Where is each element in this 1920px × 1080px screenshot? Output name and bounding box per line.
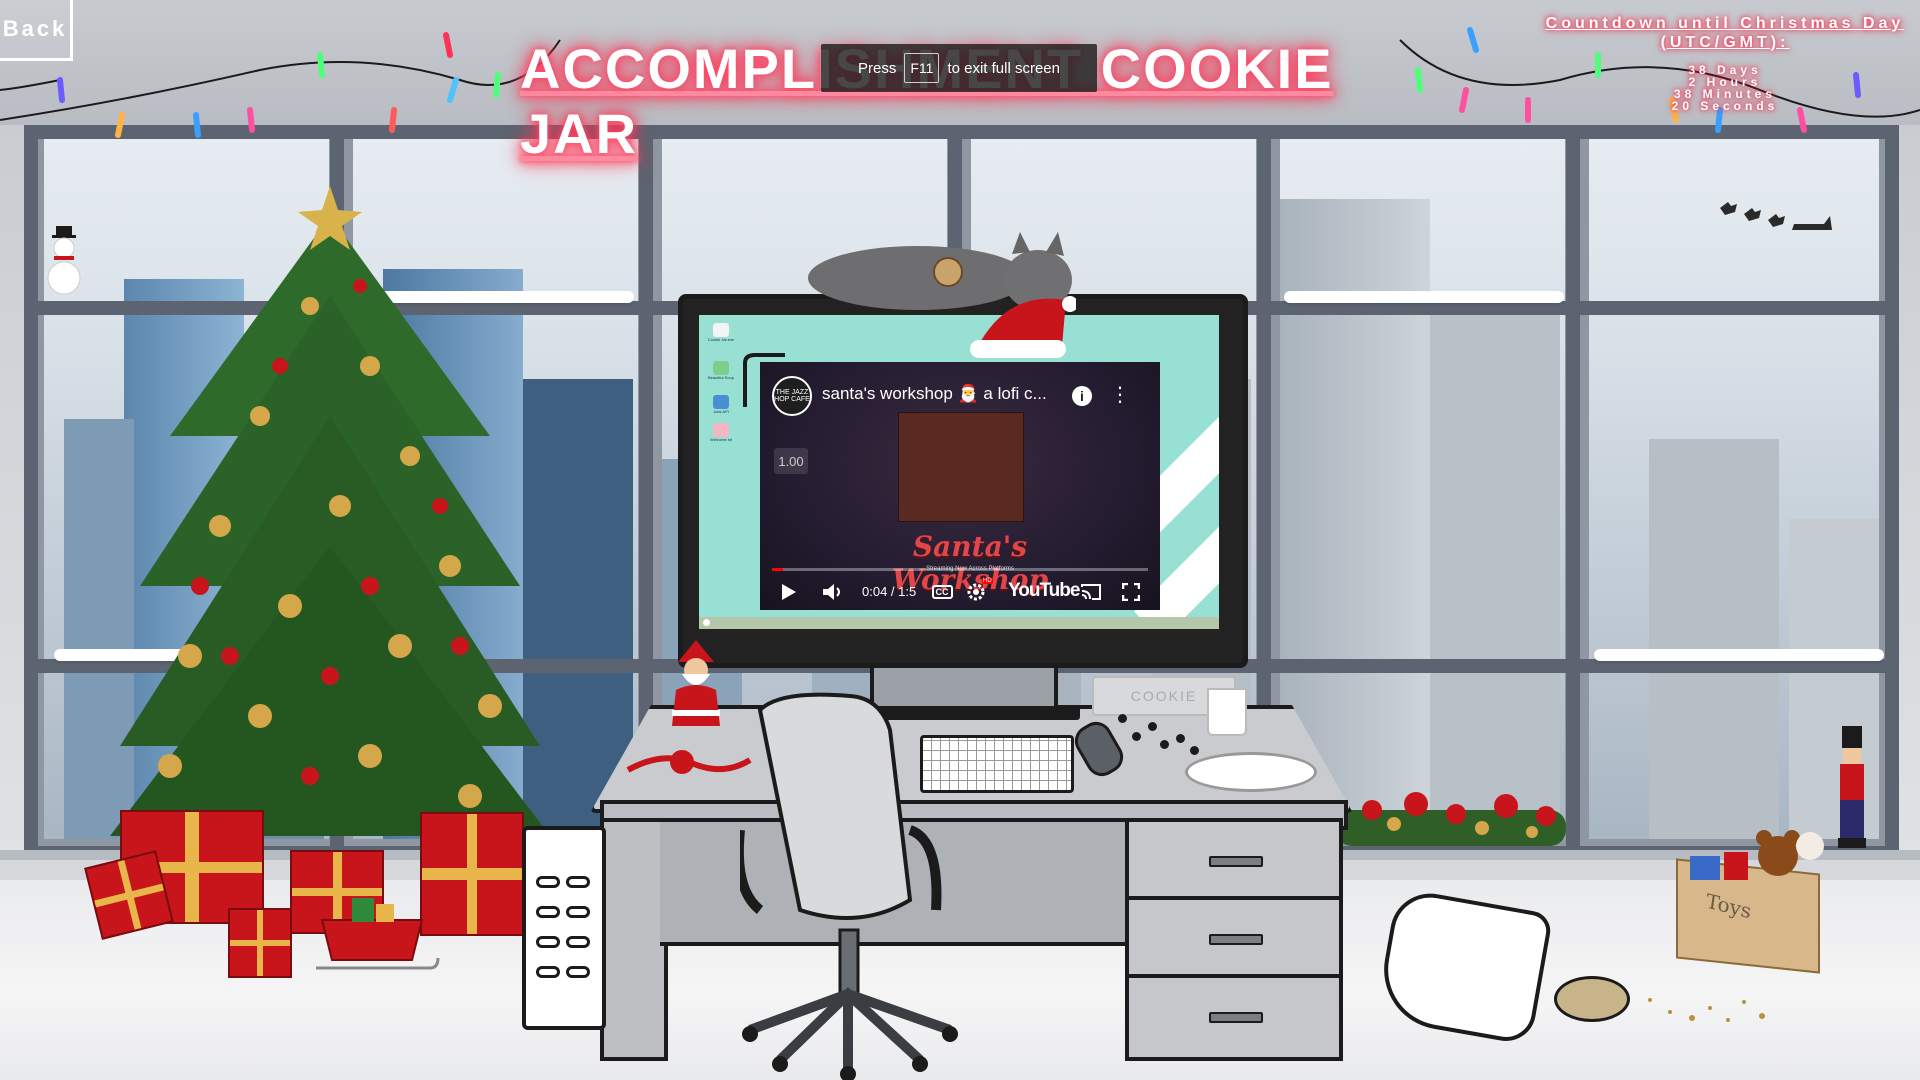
nutcracker-icon [1838, 726, 1866, 848]
ribbon-bow-icon [626, 750, 752, 774]
video-thumbnail [898, 412, 1024, 522]
pc-tower [522, 826, 606, 1030]
santa-hat-icon [970, 296, 1076, 358]
christmas-tree [110, 186, 550, 836]
gift-box [228, 908, 292, 978]
toast-key: F11 [904, 53, 940, 83]
youtube-logo[interactable]: YouTube [1008, 580, 1080, 602]
desktop-icon[interactable]: Jobs API [701, 395, 741, 414]
desktop-icon[interactable]: Cookie Jar.exe [701, 323, 741, 342]
desktop-icon-label: Cookie Jar.exe [707, 337, 735, 342]
progress-bar[interactable] [772, 568, 1148, 571]
milk-glass [1207, 688, 1247, 736]
desktop-icon-label: Welcome.txt [710, 437, 732, 442]
snowman-icon [47, 226, 81, 295]
desk-drawers [1125, 818, 1343, 1061]
captions-button[interactable]: CC [930, 580, 954, 604]
desktop-icon[interactable]: Welcome.txt [701, 423, 741, 442]
gear-icon [967, 583, 985, 601]
mute-button[interactable] [820, 580, 846, 604]
fullscreen-icon [1122, 583, 1140, 601]
toast-prefix: Press [858, 59, 897, 77]
file-icon [713, 323, 729, 337]
play-button[interactable] [776, 580, 802, 604]
desktop-icon[interactable]: Beautiful Soup [701, 361, 741, 380]
cat-cookie-icon [933, 257, 963, 287]
crumbs [1648, 998, 1765, 1022]
desktop-icon-label: Beautiful Soup [707, 375, 735, 380]
countdown-seconds: 20 Seconds [1671, 99, 1779, 113]
desktop-icon-label: Jobs API [713, 409, 729, 414]
toy-box-label: Toys [1704, 888, 1753, 924]
countdown-title-timezone: (UTC/GMT): [1660, 34, 1790, 51]
hd-badge: HD [982, 578, 993, 584]
desk-leg [600, 818, 668, 1061]
file-icon [713, 361, 729, 375]
office-chair [740, 692, 958, 1080]
toast-suffix: to exit full screen [947, 59, 1060, 77]
info-button[interactable]: i [1072, 386, 1092, 406]
cc-icon: CC [931, 585, 953, 599]
video-title[interactable]: santa's workshop 🎅 a lofi c... [822, 384, 1047, 404]
file-icon [713, 395, 729, 409]
garland [1336, 792, 1566, 846]
toy-sleigh-icon [316, 898, 440, 970]
play-icon [782, 584, 796, 600]
room-scene: Toys Cookie Jar.exe Beautiful Soup Jobs AP… [0, 0, 1920, 1080]
fullscreen-button[interactable] [1118, 580, 1144, 604]
cast-button[interactable] [1078, 580, 1104, 604]
progress-fill [772, 568, 784, 571]
cookie[interactable] [1554, 976, 1630, 1022]
santa-figurine-icon [672, 640, 720, 726]
video-timecode: 0:04 / 1:5 [862, 584, 917, 599]
cookie-plate [1185, 752, 1317, 792]
channel-logo[interactable]: THE JAZZ HOP CAFE [772, 376, 812, 416]
back-button[interactable]: Back [0, 0, 73, 61]
fullscreen-toast: Press F11 to exit full screen [821, 44, 1097, 92]
more-options-button[interactable]: ⋮ [1110, 384, 1130, 406]
file-icon [713, 423, 729, 437]
countdown-title: Countdown until Christmas Day [1545, 15, 1905, 32]
volume-icon [823, 584, 840, 600]
window-pane [1280, 139, 1565, 839]
sleigh-silhouette-icon [1720, 202, 1832, 230]
christmas-countdown: Countdown until Christmas Day (UTC/GMT):… [1540, 14, 1910, 112]
cast-icon [1081, 584, 1101, 600]
playback-speed-badge: 1.00 [774, 448, 808, 474]
video-player[interactable]: THE JAZZ HOP CAFE santa's workshop 🎅 a l… [760, 362, 1160, 610]
teddy-bear-icon [1690, 830, 1824, 880]
